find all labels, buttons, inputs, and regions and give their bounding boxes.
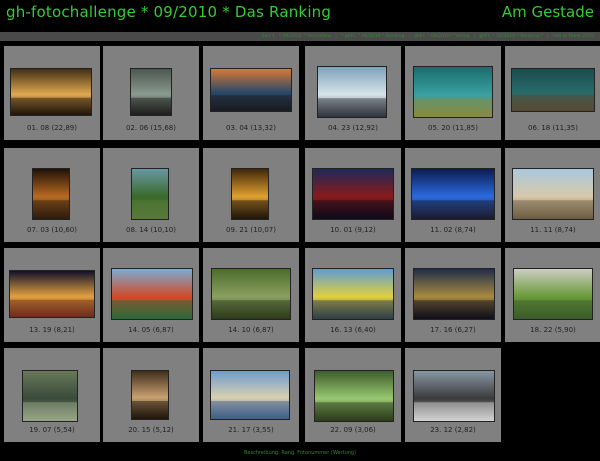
photo-caption: 11. 02 (8,74)	[430, 226, 476, 234]
underwater-grass-photo[interactable]	[413, 66, 493, 118]
photo-caption: 16. 13 (6,40)	[330, 326, 376, 334]
photo-caption: 11. 11 (8,74)	[530, 226, 576, 234]
lake-stones-photo[interactable]	[511, 68, 595, 112]
photo-tile[interactable]: 21. 17 (3,55)	[203, 348, 299, 442]
red-boat-reflection-photo[interactable]	[312, 168, 394, 220]
photo-caption: 17. 16 (6,27)	[430, 326, 476, 334]
photo-caption: 05. 20 (11,85)	[428, 124, 478, 132]
photo-caption: 14. 05 (6,87)	[128, 326, 174, 334]
sepia-pond-photo[interactable]	[131, 370, 169, 420]
photo-tile[interactable]: 10. 01 (9,12)	[305, 148, 401, 242]
water-lilies-photo[interactable]	[314, 370, 394, 422]
night-figure-photo[interactable]	[413, 268, 495, 320]
sunset-rocks-photo[interactable]	[10, 68, 92, 116]
boat-shore-photo[interactable]	[130, 68, 172, 116]
photo-tile[interactable]: 17. 16 (6,27)	[405, 248, 501, 342]
photo-tile[interactable]: 06. 18 (11,35)	[505, 46, 600, 140]
photo-tile[interactable]: 05. 20 (11,85)	[405, 46, 501, 140]
photo-caption: 13. 19 (8,21)	[29, 326, 75, 334]
photo-tile[interactable]: 20. 15 (5,12)	[103, 348, 199, 442]
forest-river-photo[interactable]	[131, 168, 169, 220]
river-boat-trees-photo[interactable]	[211, 268, 291, 320]
photo-tile[interactable]: 07. 03 (10,60)	[4, 148, 100, 242]
dark-orange-photo[interactable]	[32, 168, 70, 220]
photo-caption: 08. 14 (10,10)	[126, 226, 176, 234]
photo-tile[interactable]: 22. 09 (3,06)	[305, 348, 401, 442]
navbar: Seit 1 * 09/2010 * Hexentanz | * ghFC * 06/…	[0, 32, 600, 41]
page-title: gh-fotochallenge * 09/2010 * Das Ranking	[6, 3, 332, 21]
photo-caption: 01. 08 (22,89)	[27, 124, 77, 132]
photo-caption: 18. 22 (5,90)	[530, 326, 576, 334]
photo-caption: 10. 01 (9,12)	[330, 226, 376, 234]
green-shore-photo[interactable]	[513, 268, 593, 320]
photo-tile[interactable]: 02. 06 (15,68)	[103, 46, 199, 140]
header: gh-fotochallenge * 09/2010 * Das Ranking…	[0, 0, 600, 32]
photo-tile[interactable]: 03. 04 (13,32)	[203, 46, 299, 140]
fishing-gear-photo[interactable]	[413, 370, 495, 422]
photo-tile[interactable]: 11. 11 (8,74)	[505, 148, 600, 242]
legend-text: Beschreibung: Rang. Fotonummer (Wertung)	[243, 450, 357, 456]
photo-tile[interactable]: 18. 22 (5,90)	[505, 248, 600, 342]
photo-tile[interactable]: 19. 07 (5,54)	[4, 348, 100, 442]
nav-link[interactable]: Seit 1	[262, 34, 275, 39]
photo-caption: 02. 06 (15,68)	[126, 124, 176, 132]
ferry-harbor-photo[interactable]	[312, 268, 394, 320]
nav-separator: |	[546, 34, 549, 39]
photo-tile[interactable]: 14. 10 (6,87)	[203, 248, 299, 342]
container-ship-photo[interactable]	[111, 268, 193, 320]
sandy-beach-photo[interactable]	[512, 168, 594, 220]
nav-separator: |	[473, 34, 476, 39]
nav-link[interactable]: Hall of Fame 2010	[552, 34, 594, 39]
ice-beach-photo[interactable]	[317, 66, 387, 118]
photo-tile[interactable]: 14. 05 (6,87)	[103, 248, 199, 342]
nav-separator: |	[335, 34, 337, 39]
nav-links: Seit 1 * 09/2010 * Hexentanz | * ghFC * 06/…	[260, 32, 596, 41]
photo-tile[interactable]: 11. 02 (8,74)	[405, 148, 501, 242]
night-carousel-photo[interactable]	[9, 270, 95, 318]
photo-tile[interactable]: 09. 21 (10,07)	[203, 148, 299, 242]
photo-caption: 22. 09 (3,06)	[330, 426, 376, 434]
photo-caption: 04. 23 (12,92)	[328, 124, 378, 132]
photo-caption: 23. 12 (2,82)	[430, 426, 476, 434]
photo-caption: 03. 04 (13,32)	[226, 124, 276, 132]
nav-link[interactable]: * ghFC * 06/2010 * Ranking	[341, 34, 405, 39]
photo-caption: 19. 07 (5,54)	[29, 426, 75, 434]
photo-tile[interactable]: 08. 14 (10,10)	[103, 148, 199, 242]
photo-tile[interactable]: 23. 12 (2,82)	[405, 348, 501, 442]
photo-tile[interactable]: 13. 19 (8,21)	[4, 248, 100, 342]
photo-tile[interactable]: 04. 23 (12,92)	[305, 46, 401, 140]
nav-separator: |	[408, 34, 410, 39]
golden-sunset-photo[interactable]	[231, 168, 269, 220]
photo-tile[interactable]: 16. 13 (6,40)	[305, 248, 401, 342]
reeds-water-photo[interactable]	[22, 370, 78, 422]
photo-caption: 20. 15 (5,12)	[128, 426, 174, 434]
photo-caption: 14. 10 (6,87)	[228, 326, 274, 334]
nav-link[interactable]: ghFC * 10/2010 * Ranking *	[479, 34, 543, 39]
blue-light-bridge-photo[interactable]	[411, 168, 495, 220]
photo-tile[interactable]: 01. 08 (22,89)	[4, 46, 100, 140]
photo-caption: 09. 21 (10,07)	[226, 226, 276, 234]
grass-lake-photo[interactable]	[210, 370, 290, 420]
photo-caption: 07. 03 (10,60)	[27, 226, 77, 234]
photo-caption: 06. 18 (11,35)	[528, 124, 578, 132]
nav-link[interactable]: ghFC * 09/2010 * Voting	[414, 34, 470, 39]
gallery-name: Am Gestade	[501, 3, 594, 21]
photo-caption: 21. 17 (3,55)	[228, 426, 274, 434]
beach-sunset-photo[interactable]	[210, 68, 292, 112]
nav-link[interactable]: * 09/2010 * Hexentanz	[279, 34, 332, 39]
